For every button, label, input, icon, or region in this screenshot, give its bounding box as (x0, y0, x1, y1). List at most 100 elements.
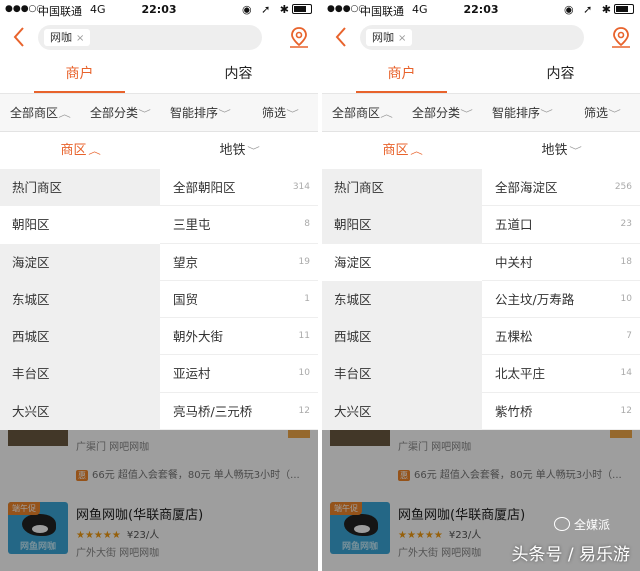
tab-business-district[interactable]: 商区︿ (0, 132, 159, 169)
tab-subway[interactable]: 地铁﹀ (159, 132, 318, 169)
area-name: 望京 (173, 254, 199, 270)
area-item[interactable]: 公主坟/万寿路 10 (482, 281, 640, 319)
area-item[interactable]: 朝外大街 11 (160, 318, 318, 356)
battery-icon (614, 4, 634, 14)
area-count: 8 (304, 219, 310, 230)
district-item[interactable]: 热门商区 (322, 169, 482, 206)
area-item[interactable]: 亮马桥/三元桥 12 (160, 393, 318, 431)
area-item[interactable]: 紫竹桥 12 (482, 393, 640, 431)
area-count: 1 (304, 293, 310, 304)
back-arrow-icon[interactable] (12, 26, 32, 50)
district-item[interactable]: 海淀区 (0, 244, 160, 281)
map-pin-icon[interactable] (610, 26, 632, 50)
map-location-icon (290, 27, 308, 48)
filter-sort[interactable]: 智能排序﹀ (492, 94, 553, 132)
area-list: 全部朝阳区 314 三里屯 8 望京 19 国贸 1 朝外大街 11 亚运村 10 亮马桥/… (160, 169, 318, 431)
clear-tag-icon[interactable]: × (76, 33, 84, 44)
filter-district[interactable]: 全部商区︿ (332, 94, 393, 132)
district-item[interactable]: 西城区 (0, 318, 160, 355)
area-count: 10 (620, 293, 632, 304)
area-name: 国贸 (173, 291, 199, 307)
tab-content[interactable]: 内容 (159, 56, 318, 93)
tab-merchants[interactable]: 商户 (0, 56, 159, 93)
district-item[interactable]: 丰台区 (0, 355, 160, 392)
area-name: 公主坟/万寿路 (495, 291, 575, 307)
watermark-small: 全媒派 (553, 516, 610, 533)
dropdown-sub-tabs: 商区︿ 地铁﹀ (322, 132, 640, 169)
area-name: 三里屯 (173, 217, 211, 233)
area-item[interactable]: 国贸 1 (160, 281, 318, 319)
chevron-down-icon: ﹀ (608, 110, 621, 120)
filter-bar: 全部商区︿ 全部分类﹀ 智能排序﹀ 筛选﹀ (0, 94, 318, 132)
search-header: 网咖 × (322, 20, 640, 56)
dropdown-sub-tabs: 商区︿ 地铁﹀ (0, 132, 318, 169)
district-item[interactable]: 大兴区 (322, 393, 482, 430)
filter-category[interactable]: 全部分类﹀ (412, 94, 473, 132)
search-input[interactable]: 网咖 × (38, 25, 262, 50)
tab-business-district[interactable]: 商区︿ (322, 132, 481, 169)
district-item[interactable]: 朝阳区 (322, 206, 482, 243)
area-item[interactable]: 亚运村 10 (160, 355, 318, 393)
clear-tag-icon[interactable]: × (398, 33, 406, 44)
search-input[interactable]: 网咖 × (360, 25, 584, 50)
area-name: 中关村 (495, 254, 533, 270)
district-item[interactable]: 海淀区 (322, 243, 482, 281)
filter-district[interactable]: 全部商区︿ (10, 94, 71, 132)
status-icons: ◉ ➚ ✱ (242, 3, 312, 16)
search-keyword-tag[interactable]: 网咖 × (44, 29, 91, 46)
district-item[interactable]: 大兴区 (0, 393, 160, 430)
tab-subway[interactable]: 地铁﹀ (481, 132, 640, 169)
search-keyword: 网咖 (50, 31, 72, 44)
search-keyword: 网咖 (372, 31, 394, 44)
area-item[interactable]: 全部海淀区 256 (482, 169, 640, 207)
chevron-down-icon: ﹀ (246, 147, 260, 157)
tab-business-district-label: 商区 (60, 143, 87, 158)
tab-content[interactable]: 内容 (481, 56, 640, 93)
map-pin-icon[interactable] (288, 26, 310, 50)
district-item[interactable]: 朝阳区 (0, 206, 160, 244)
filter-category[interactable]: 全部分类﹀ (90, 94, 151, 132)
status-glyphs: ◉ ➚ ✱ (241, 3, 292, 16)
main-tabs: 商户 内容 (0, 56, 318, 94)
area-count: 7 (626, 331, 632, 342)
filter-bar: 全部商区︿ 全部分类﹀ 智能排序﹀ 筛选﹀ (322, 94, 640, 132)
district-item[interactable]: 热门商区 (0, 169, 160, 206)
area-item[interactable]: 全部朝阳区 314 (160, 169, 318, 207)
area-name: 全部海淀区 (495, 180, 558, 195)
district-list: 热门商区 朝阳区 海淀区 东城区 西城区 丰台区 大兴区 (0, 169, 160, 430)
area-item[interactable]: 五道口 23 (482, 206, 640, 244)
area-item[interactable]: 三里屯 8 (160, 206, 318, 244)
dim-overlay[interactable] (0, 430, 318, 571)
tab-subway-label: 地铁 (219, 143, 246, 158)
area-count: 19 (298, 256, 310, 267)
area-count: 12 (620, 405, 632, 416)
filter-screen[interactable]: 筛选﹀ (584, 94, 621, 132)
chevron-left-icon (13, 27, 24, 47)
area-item[interactable]: 中关村 18 (482, 244, 640, 281)
area-item[interactable]: 北太平庄 14 (482, 355, 640, 393)
chevron-up-icon: ︿ (380, 110, 393, 120)
search-keyword-tag[interactable]: 网咖 × (366, 29, 413, 46)
area-count: 12 (298, 405, 310, 416)
district-item[interactable]: 西城区 (322, 318, 482, 355)
district-item[interactable]: 东城区 (0, 281, 160, 318)
area-count: 14 (620, 368, 632, 379)
filter-screen-label: 筛选 (584, 106, 609, 120)
status-bar: ●●●○○ 中国联通 4G 22:03 ◉ ➚ ✱ (322, 0, 640, 20)
back-arrow-icon[interactable] (334, 26, 354, 50)
area-count: 256 (614, 182, 632, 192)
area-name: 亮马桥/三元桥 (173, 403, 253, 419)
area-item[interactable]: 望京 19 (160, 244, 318, 281)
district-item[interactable]: 东城区 (322, 281, 482, 318)
area-name: 朝外大街 (173, 329, 224, 345)
filter-screen[interactable]: 筛选﹀ (262, 94, 299, 132)
tab-merchants[interactable]: 商户 (322, 56, 481, 93)
filter-sort[interactable]: 智能排序﹀ (170, 94, 231, 132)
search-header: 网咖 × (0, 20, 318, 56)
area-item[interactable]: 五棵松 7 (482, 318, 640, 356)
filter-district-label: 全部商区 (332, 106, 381, 120)
tab-subway-label: 地铁 (541, 143, 568, 158)
area-count: 23 (620, 219, 632, 230)
main-tabs: 商户 内容 (322, 56, 640, 94)
district-item[interactable]: 丰台区 (322, 355, 482, 392)
